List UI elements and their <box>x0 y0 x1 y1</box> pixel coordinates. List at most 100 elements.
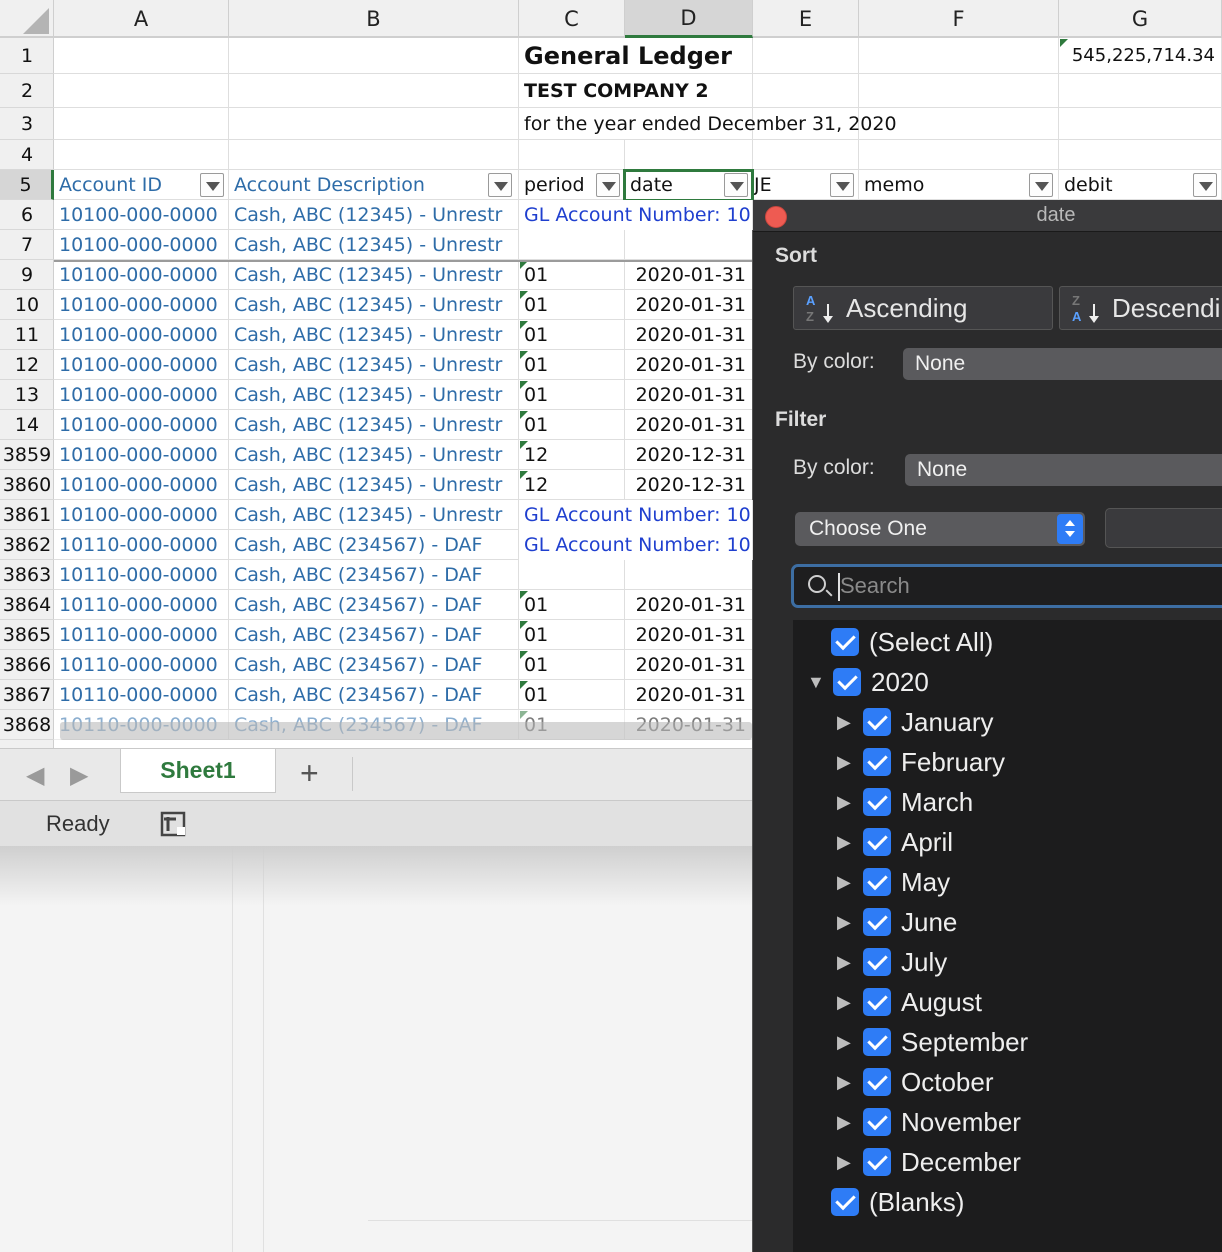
cell-c[interactable]: 01 <box>519 620 625 650</box>
disclosure-collapsed-icon[interactable]: ▶ <box>837 1112 857 1133</box>
year-item-2020[interactable]: ▼ 2020 <box>807 662 929 702</box>
cell-b[interactable]: Cash, ABC (12345) - Unrestr <box>229 440 519 470</box>
cell-a[interactable]: 10110-000-0000 <box>54 620 229 650</box>
add-sheet-button[interactable]: + <box>300 755 319 792</box>
cell-e[interactable] <box>753 140 859 170</box>
cell-a[interactable]: 10100-000-0000 <box>54 290 229 320</box>
checkbox-checked-icon[interactable] <box>833 668 861 696</box>
filter-dropdown-debit[interactable] <box>1193 173 1217 197</box>
macro-record-icon[interactable] <box>158 809 188 839</box>
column-header-f[interactable]: F <box>859 0 1059 38</box>
cell-d[interactable]: 2020-01-31 <box>625 680 753 710</box>
cell-c[interactable]: 01 <box>519 260 625 290</box>
cell-e[interactable] <box>753 38 859 74</box>
cell-b[interactable]: Cash, ABC (234567) - DAF <box>229 620 519 650</box>
filter-dropdown-memo[interactable] <box>1029 173 1053 197</box>
row-header[interactable]: 10 <box>0 290 54 320</box>
cell-b[interactable]: Cash, ABC (234567) - DAF <box>229 590 519 620</box>
cell-b[interactable]: Cash, ABC (12345) - Unrestr <box>229 260 519 290</box>
cell-f[interactable] <box>859 74 1059 108</box>
checkbox-checked-icon[interactable] <box>863 708 891 736</box>
cell-d[interactable]: 2020-01-31 <box>625 380 753 410</box>
cell-c[interactable]: GL Account Number: 101 <box>519 200 753 230</box>
checkbox-checked-icon[interactable] <box>831 1188 859 1216</box>
column-header-b[interactable]: B <box>229 0 519 38</box>
cell-d[interactable]: 2020-12-31 <box>625 440 753 470</box>
cell-a[interactable]: 10100-000-0000 <box>54 410 229 440</box>
row-header[interactable]: 3860 <box>0 470 54 500</box>
checkbox-checked-icon[interactable] <box>863 828 891 856</box>
checkbox-checked-icon[interactable] <box>863 1148 891 1176</box>
row-header[interactable]: 1 <box>0 38 54 74</box>
column-header-e[interactable]: E <box>753 0 859 38</box>
filter-dropdown-account-id[interactable] <box>200 173 224 197</box>
condition-select[interactable]: Choose One <box>795 512 1085 546</box>
cell-d[interactable]: 2020-01-31 <box>625 260 753 290</box>
month-item[interactable]: ▶ December <box>837 1142 1021 1182</box>
select-all-corner[interactable] <box>0 0 54 38</box>
checkbox-checked-icon[interactable] <box>863 988 891 1016</box>
cell-c[interactable]: 01 <box>519 410 625 440</box>
cell-d[interactable]: 2020-12-31 <box>625 470 753 500</box>
cell-e[interactable] <box>753 74 859 108</box>
cell-a[interactable] <box>54 74 229 108</box>
checkbox-checked-icon[interactable] <box>863 1068 891 1096</box>
cell-a[interactable] <box>54 140 229 170</box>
cell-b[interactable]: Cash, ABC (234567) - DAF <box>229 680 519 710</box>
cell-b[interactable] <box>229 140 519 170</box>
filter-dropdown-period[interactable] <box>596 173 620 197</box>
row-header[interactable]: 3864 <box>0 590 54 620</box>
cell-d[interactable]: 2020-01-31 <box>625 320 753 350</box>
checkbox-checked-icon[interactable] <box>863 748 891 776</box>
row-header[interactable]: 4 <box>0 140 54 170</box>
cell-a[interactable]: 10100-000-0000 <box>54 260 229 290</box>
column-header-d[interactable]: D <box>625 0 753 38</box>
column-header-c[interactable]: C <box>519 0 625 38</box>
cell-b[interactable]: Cash, ABC (234567) - DAF <box>229 650 519 680</box>
cell-g[interactable] <box>1059 140 1222 170</box>
row-header[interactable]: 3 <box>0 108 54 140</box>
cell-c[interactable]: 01 <box>519 290 625 320</box>
cell-c[interactable]: 12 <box>519 440 625 470</box>
cell-a[interactable]: 10110-000-0000 <box>54 560 229 590</box>
cell-b[interactable] <box>229 108 519 140</box>
cell-b[interactable]: Cash, ABC (12345) - Unrestr <box>229 290 519 320</box>
cell-c[interactable]: 01 <box>519 350 625 380</box>
row-header[interactable]: 12 <box>0 350 54 380</box>
sheet-tab-sheet1[interactable]: Sheet1 <box>120 749 276 793</box>
sort-descending-button[interactable]: ZA Descendi <box>1059 286 1222 330</box>
checkbox-checked-icon[interactable] <box>831 628 859 656</box>
cell-c[interactable] <box>519 230 625 260</box>
disclosure-collapsed-icon[interactable]: ▶ <box>837 952 857 973</box>
month-item[interactable]: ▶ February <box>837 742 1005 782</box>
row-header[interactable]: 3866 <box>0 650 54 680</box>
cell-g[interactable] <box>1059 108 1222 140</box>
cell-a[interactable] <box>54 108 229 140</box>
row-header[interactable]: 6 <box>0 200 54 230</box>
cell-a[interactable]: 10100-000-0000 <box>54 230 229 260</box>
cell-b[interactable] <box>229 38 519 74</box>
cell-b[interactable] <box>229 74 519 108</box>
month-item[interactable]: ▶ April <box>837 822 953 862</box>
cell-c[interactable]: 01 <box>519 320 625 350</box>
cell-a[interactable]: 10100-000-0000 <box>54 320 229 350</box>
column-header-g[interactable]: G <box>1059 0 1222 38</box>
row-header[interactable]: 9 <box>0 260 54 290</box>
cell-b[interactable]: Cash, ABC (234567) - DAF <box>229 530 519 560</box>
row-header[interactable]: 14 <box>0 410 54 440</box>
row-header[interactable]: 5 <box>0 170 54 200</box>
row-header[interactable]: 3862 <box>0 530 54 560</box>
condition-value-input[interactable] <box>1105 508 1222 548</box>
cell-a[interactable]: 10100-000-0000 <box>54 500 229 530</box>
filter-dropdown-account-description[interactable] <box>488 173 512 197</box>
cell-d[interactable]: 2020-01-31 <box>625 650 753 680</box>
cell-g[interactable] <box>1059 74 1222 108</box>
row-header[interactable]: 11 <box>0 320 54 350</box>
cell-c[interactable]: 12 <box>519 470 625 500</box>
cell-a[interactable]: 10100-000-0000 <box>54 350 229 380</box>
cell-c[interactable]: for the year ended December 31, 2020 <box>519 108 1059 140</box>
row-header[interactable]: 2 <box>0 74 54 108</box>
search-field[interactable]: Search <box>791 564 1222 608</box>
cell-a[interactable] <box>54 38 229 74</box>
cell-a[interactable]: 10100-000-0000 <box>54 200 229 230</box>
